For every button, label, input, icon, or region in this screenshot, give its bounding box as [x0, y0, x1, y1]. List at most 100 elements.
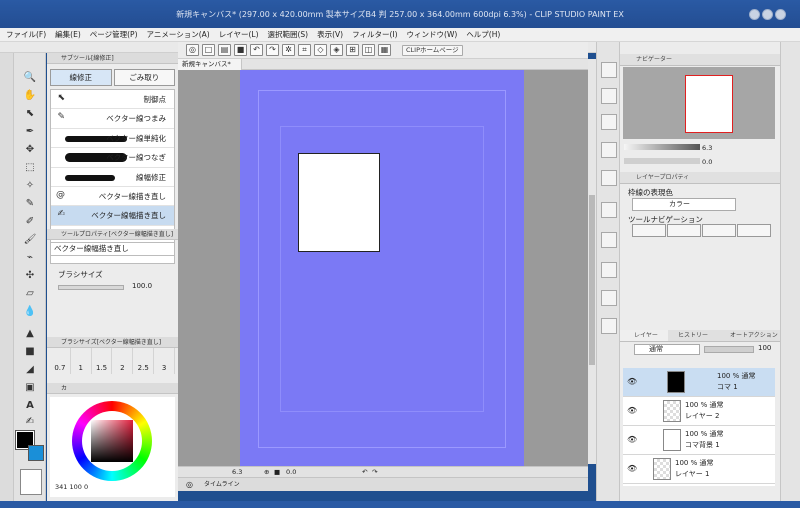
- list-item[interactable]: 線幅修正: [51, 168, 174, 187]
- ruler-icon[interactable]: ◫: [362, 44, 375, 56]
- auto-select-icon[interactable]: ✧: [22, 179, 38, 193]
- angle-value[interactable]: 0.0: [286, 467, 296, 477]
- undo-icon[interactable]: ↶: [250, 44, 263, 56]
- rotate-right-icon[interactable]: ↷: [372, 467, 377, 477]
- tab-layers[interactable]: レイヤー: [620, 330, 668, 342]
- save-icon[interactable]: ■: [234, 44, 247, 56]
- hand-icon[interactable]: ✋: [22, 89, 38, 103]
- menu-animation[interactable]: アニメーション(A): [147, 29, 210, 40]
- menu-filter[interactable]: フィルター(I): [352, 29, 397, 40]
- tab-dust-removal[interactable]: ごみ取り: [113, 69, 175, 86]
- tab-auto-action[interactable]: オートアクション: [720, 330, 780, 342]
- text-icon[interactable]: A: [22, 399, 38, 413]
- snap-icon[interactable]: ⊞: [346, 44, 359, 56]
- size-preset[interactable]: 2.5: [133, 348, 155, 374]
- eye-icon[interactable]: 👁: [627, 464, 637, 473]
- fill-icon[interactable]: ◈: [330, 44, 343, 56]
- figure-icon[interactable]: ◢: [22, 363, 38, 377]
- navigator-preview[interactable]: [623, 67, 775, 139]
- table-row[interactable]: 👁 100 % 通常 レイヤー 1: [623, 455, 775, 484]
- material-icon[interactable]: [601, 142, 617, 158]
- canvas-paper[interactable]: [240, 70, 524, 466]
- tab-correct-line[interactable]: 線修正: [50, 69, 112, 86]
- eye-icon[interactable]: 👁: [627, 377, 637, 386]
- tab-history[interactable]: ヒストリー: [668, 330, 720, 342]
- lasso-icon[interactable]: ⬚: [22, 161, 38, 175]
- pen-icon[interactable]: ✎: [22, 197, 38, 211]
- clip-studio-icon[interactable]: ◎: [186, 44, 199, 56]
- zoom-value[interactable]: 6.3: [232, 467, 242, 477]
- blend-mode-dropdown[interactable]: 通常: [634, 344, 700, 355]
- menu-help[interactable]: ヘルプ(H): [466, 29, 500, 40]
- table-row[interactable]: 👁 100 % 通常 レイヤー 2: [623, 397, 775, 426]
- zoom-icon[interactable]: 🔍: [22, 71, 38, 85]
- sub-color-swatch[interactable]: [28, 445, 44, 461]
- canvas-vertical-scrollbar[interactable]: [588, 59, 596, 464]
- right-panel-scrollbar[interactable]: [780, 42, 800, 501]
- size-preset[interactable]: 1: [71, 348, 92, 374]
- navigator-view-rect[interactable]: [685, 75, 733, 133]
- brush-size-slider[interactable]: [58, 285, 124, 290]
- material-icon[interactable]: [601, 232, 617, 248]
- operation-icon[interactable]: ⬉: [22, 107, 38, 121]
- selection-icon[interactable]: ⌗: [298, 44, 311, 56]
- list-item[interactable]: ✎ ベクター線つまみ: [51, 109, 174, 129]
- minimize-button[interactable]: [749, 9, 760, 20]
- gradient-icon[interactable]: ■: [22, 345, 38, 359]
- menu-window[interactable]: ウィンドウ(W): [407, 29, 458, 40]
- material-icon[interactable]: [601, 262, 617, 278]
- menu-selection[interactable]: 選択範囲(S): [268, 29, 309, 40]
- maximize-button[interactable]: [762, 9, 773, 20]
- material-icon[interactable]: [601, 202, 617, 218]
- new-icon[interactable]: □: [202, 44, 215, 56]
- tool-nav-button[interactable]: [632, 224, 666, 237]
- transparent-color-swatch[interactable]: [20, 469, 42, 495]
- document-tab[interactable]: 新規キャンバス*: [178, 59, 242, 70]
- frame-border-icon[interactable]: ▣: [22, 381, 38, 395]
- timeline-label[interactable]: タイムライン: [204, 480, 240, 490]
- redo-icon[interactable]: ↷: [266, 44, 279, 56]
- clear-icon[interactable]: ✲: [282, 44, 295, 56]
- brush-size-value[interactable]: 100.0: [132, 282, 152, 290]
- list-item[interactable]: @ ベクター線描き直し: [51, 187, 174, 207]
- material-icon[interactable]: [601, 62, 617, 78]
- open-icon[interactable]: ▤: [218, 44, 231, 56]
- table-row[interactable]: 👁 100 % 通常 コマ背景 1: [623, 426, 775, 455]
- navigator-zoom-slider[interactable]: [624, 144, 700, 150]
- menu-edit[interactable]: 編集(E): [55, 29, 81, 40]
- grid-icon[interactable]: ▦: [378, 44, 391, 56]
- tool-nav-button[interactable]: [737, 224, 771, 237]
- table-row[interactable]: 👁 100 % 通常 コマ 1: [623, 368, 775, 397]
- rotate-left-icon[interactable]: ↶: [362, 467, 367, 477]
- comic-panel-frame[interactable]: [298, 153, 380, 252]
- color-dropdown[interactable]: カラー: [632, 198, 736, 211]
- menu-page[interactable]: ページ管理(P): [90, 29, 138, 40]
- tool-nav-button[interactable]: [667, 224, 701, 237]
- navigator-zoom-value[interactable]: 6.3: [702, 144, 712, 152]
- material-icon[interactable]: [601, 290, 617, 306]
- eraser-icon[interactable]: ▱: [22, 287, 38, 301]
- eye-icon[interactable]: 👁: [627, 406, 637, 415]
- menu-view[interactable]: 表示(V): [317, 29, 343, 40]
- saturation-square[interactable]: [91, 420, 133, 462]
- size-preset[interactable]: 3: [154, 348, 175, 374]
- fit-icon[interactable]: ■: [274, 467, 280, 477]
- timeline-icon[interactable]: ◎: [186, 480, 193, 489]
- menu-layer[interactable]: レイヤー(L): [219, 29, 259, 40]
- size-preset[interactable]: 2: [112, 348, 134, 374]
- material-icon[interactable]: [601, 170, 617, 186]
- scrollbar-thumb[interactable]: [589, 195, 595, 365]
- tab-navigator[interactable]: ナビゲーター: [620, 54, 780, 66]
- decoration-icon[interactable]: ✣: [22, 269, 38, 283]
- tab-layer-property[interactable]: レイヤープロパティ: [620, 172, 780, 184]
- size-preset[interactable]: 1.5: [92, 348, 113, 374]
- opacity-value[interactable]: 100: [758, 344, 771, 352]
- material-icon[interactable]: [601, 114, 617, 130]
- blend-icon[interactable]: 💧: [22, 305, 38, 319]
- eye-icon[interactable]: 👁: [627, 435, 637, 444]
- opacity-slider[interactable]: [704, 346, 754, 353]
- eyedropper-icon[interactable]: ✒: [22, 125, 38, 139]
- list-item[interactable]: ⬉ 制御点: [51, 90, 174, 110]
- list-item[interactable]: ✍ ベクター線幅描き直し: [51, 206, 174, 226]
- tool-nav-button[interactable]: [702, 224, 736, 237]
